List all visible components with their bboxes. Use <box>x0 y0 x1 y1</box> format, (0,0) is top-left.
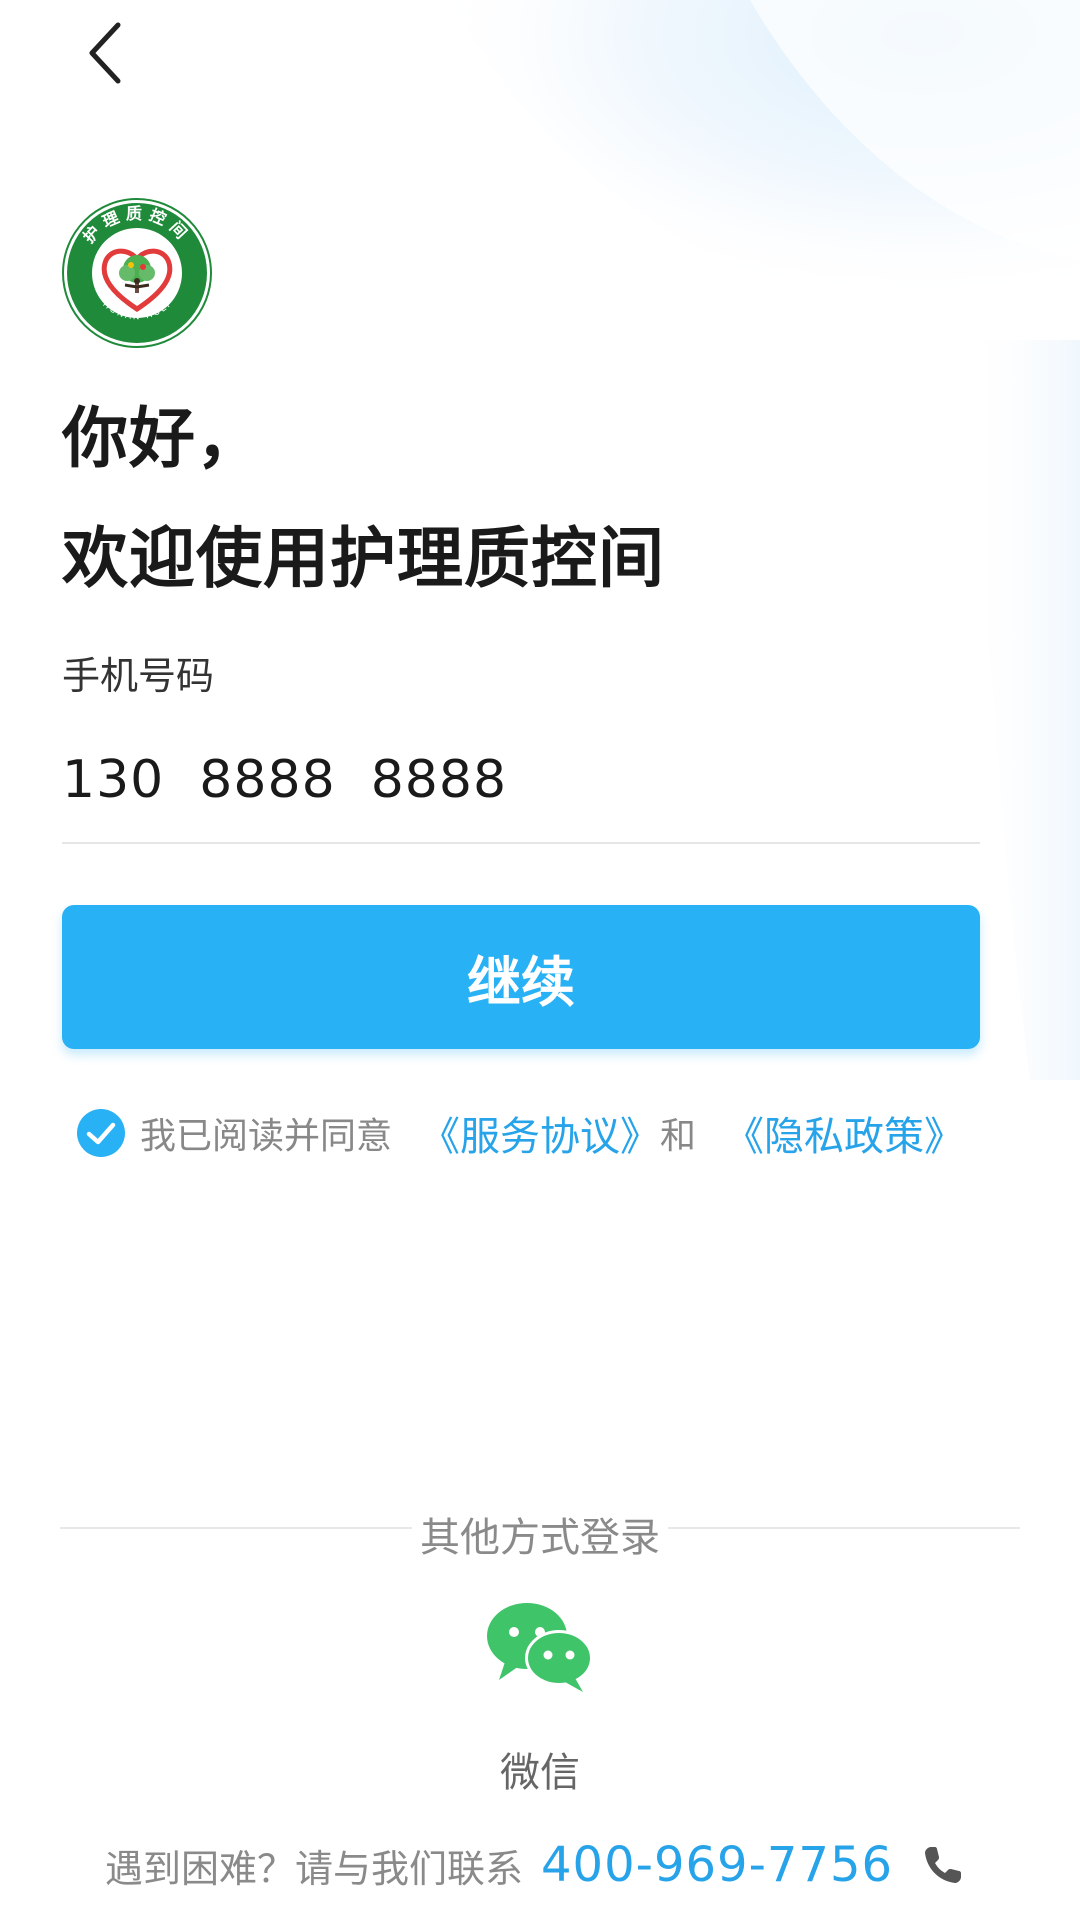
agreement-and-text: 和 <box>660 1116 697 1157</box>
greeting-title: 你好， <box>62 400 263 477</box>
agreement-text: 我已阅读并同意 <box>140 1116 393 1157</box>
app-logo: 护理质控间 HUNAN HULI <box>62 198 212 348</box>
service-agreement-link[interactable]: 《服务协议》 <box>420 1104 660 1162</box>
wechat-label: 微信 <box>500 1750 580 1796</box>
chevron-left-icon <box>89 22 121 84</box>
other-login-label-wrap: 其他方式登录 <box>0 1505 1080 1563</box>
privacy-policy-link[interactable]: 《隐私政策》 <box>724 1104 964 1162</box>
wechat-icon[interactable] <box>485 1600 595 1695</box>
greeting-subtitle: 欢迎使用护理质控间 <box>62 520 665 597</box>
phone-label: 手机号码 <box>62 654 215 698</box>
continue-button[interactable]: 继续 <box>62 905 980 1049</box>
phone-underline <box>62 842 980 844</box>
contact-text: 遇到困难？请与我们联系 <box>105 1846 524 1891</box>
contact-row: 遇到困难？请与我们联系 400-969-7756 <box>105 1835 967 1895</box>
contact-phone-link[interactable]: 400-969-7756 <box>541 1837 893 1893</box>
agreement-row: 我已阅读并同意 《服务协议》 和 《隐私政策》 <box>76 1105 964 1161</box>
phone-icon[interactable] <box>919 1841 967 1889</box>
phone-input[interactable] <box>62 740 980 820</box>
login-page: 护理质控间 HUNAN HULI 你好， 欢迎使用护理质控间 手机号码 继续 我… <box>0 0 1080 1920</box>
back-button[interactable] <box>70 15 140 85</box>
agreement-checkbox[interactable] <box>76 1108 126 1158</box>
other-login-label: 其他方式登录 <box>412 1515 668 1561</box>
